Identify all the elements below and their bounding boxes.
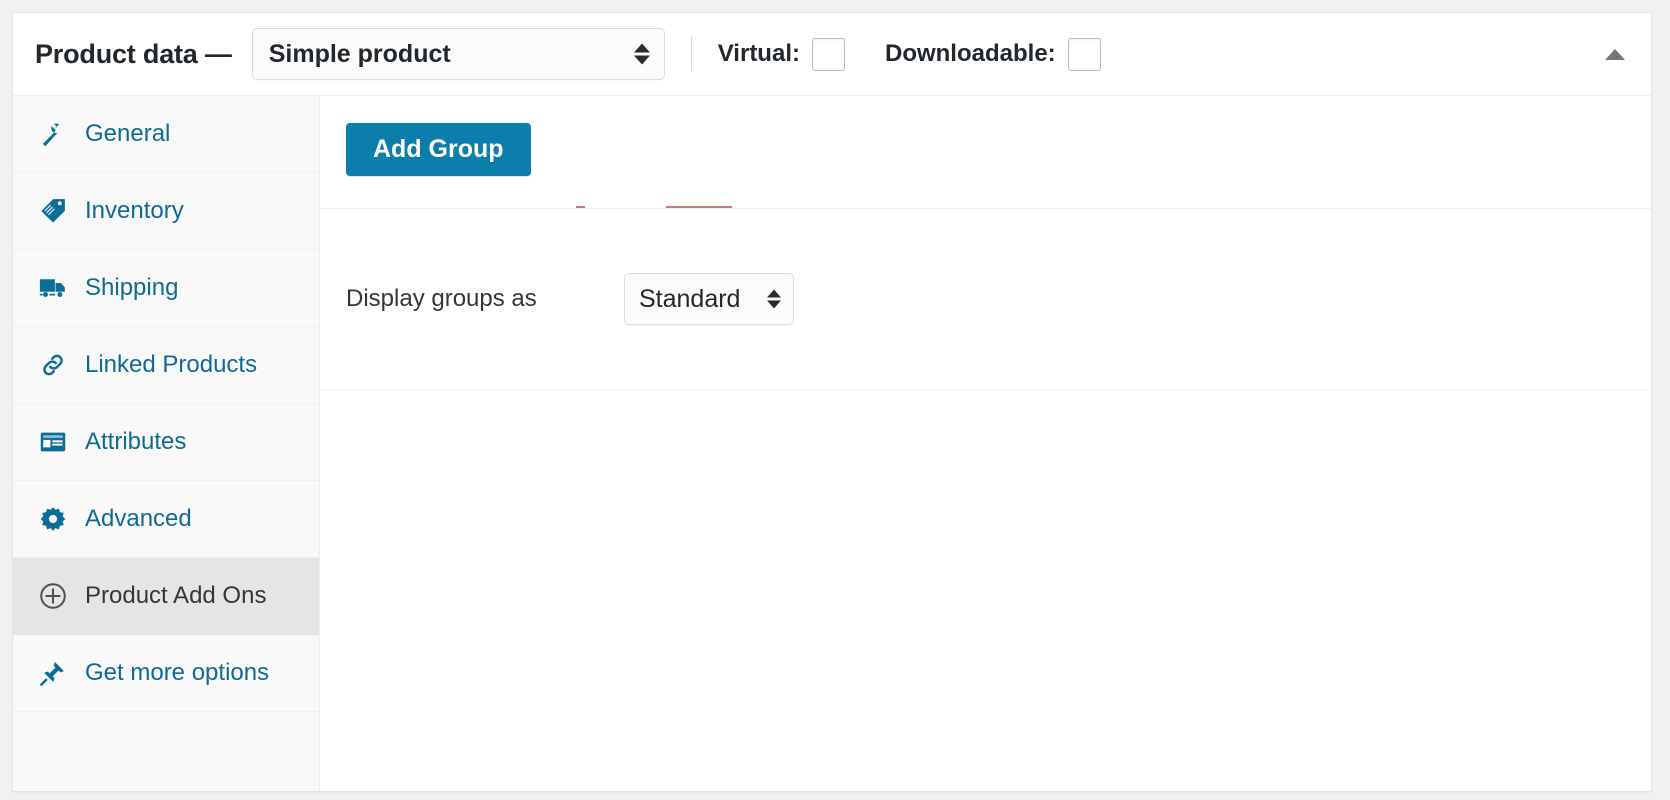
downloadable-checkbox-group: Downloadable: — [884, 37, 1101, 71]
header-divider — [690, 37, 692, 71]
sidebar-item-label: Attributes — [85, 428, 187, 455]
plug-icon — [37, 657, 69, 689]
sidebar-item-linked-products[interactable]: Linked Products — [13, 327, 319, 404]
metabox-header: Product data — Simple product Virtual: D… — [13, 13, 1651, 96]
tag-icon — [37, 195, 69, 227]
sidebar-item-label: Linked Products — [85, 351, 258, 378]
updown-spinner-icon — [767, 289, 781, 309]
gear-icon — [37, 503, 69, 535]
product-type-value: Simple product — [268, 39, 451, 68]
sidebar-item-label: Shipping — [85, 274, 179, 301]
metabox-body: General Inventory Shipping Linked Produc… — [13, 96, 1651, 791]
add-group-button[interactable]: Add Group — [346, 123, 531, 176]
chevron-up-icon[interactable] — [1601, 40, 1629, 68]
sidebar-item-label: Product Add Ons — [85, 582, 267, 609]
virtual-label: Virtual: — [717, 40, 800, 67]
downloadable-checkbox[interactable] — [1067, 37, 1101, 71]
sidebar-item-label: Inventory — [85, 197, 184, 224]
product-type-select[interactable]: Simple product — [251, 28, 665, 80]
display-groups-label: Display groups as — [346, 285, 537, 312]
panel-empty-area — [320, 390, 1651, 791]
sidebar-item-label: Get more options — [85, 659, 270, 686]
updown-spinner-icon — [633, 43, 650, 65]
sidebar-item-shipping[interactable]: Shipping — [13, 250, 319, 327]
wrench-icon — [37, 118, 69, 150]
virtual-checkbox-group: Virtual: — [717, 37, 845, 71]
red-artifact — [576, 206, 585, 208]
display-groups-select[interactable]: Standard — [624, 273, 794, 325]
link-icon — [37, 349, 69, 381]
downloadable-label: Downloadable: — [884, 40, 1056, 67]
display-groups-value: Standard — [639, 284, 741, 313]
sidebar-item-advanced[interactable]: Advanced — [13, 481, 319, 558]
plus-circle-icon — [37, 580, 69, 612]
sidebar-item-label: Advanced — [85, 505, 192, 532]
product-data-tabs: General Inventory Shipping Linked Produc… — [13, 96, 320, 791]
sidebar-item-general[interactable]: General — [13, 96, 319, 173]
sidebar-item-label: General — [85, 120, 171, 147]
display-groups-row: Display groups as Standard — [320, 209, 1651, 390]
sidebar-item-product-add-ons[interactable]: Product Add Ons — [13, 558, 319, 635]
product-data-metabox: Product data — Simple product Virtual: D… — [12, 12, 1652, 792]
sidebar-item-get-more-options[interactable]: Get more options — [13, 635, 319, 712]
id-card-icon — [37, 426, 69, 458]
page-title: Product data — — [35, 38, 232, 69]
add-group-row: Add Group — [320, 96, 1651, 209]
product-add-ons-panel: Add Group Display groups as Standard — [320, 96, 1651, 791]
sidebar-item-inventory[interactable]: Inventory — [13, 173, 319, 250]
sidebar-item-attributes[interactable]: Attributes — [13, 404, 319, 481]
truck-icon — [37, 272, 69, 304]
red-artifact — [666, 206, 732, 208]
sidebar-filler — [13, 712, 319, 791]
virtual-checkbox[interactable] — [811, 37, 845, 71]
